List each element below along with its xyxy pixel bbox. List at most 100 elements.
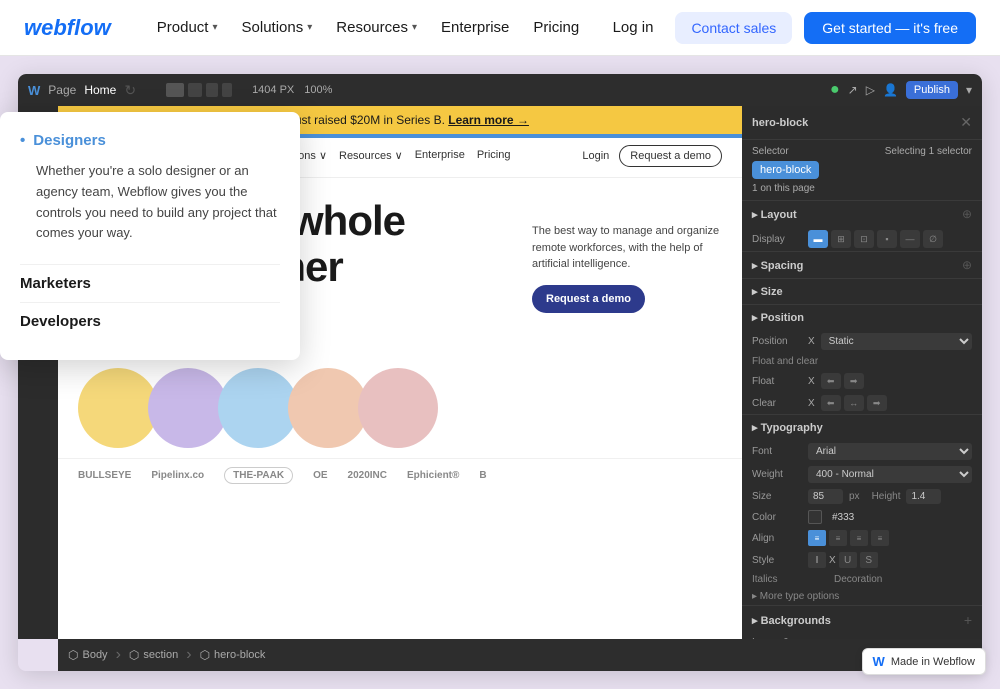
- none-icon[interactable]: ∅: [923, 230, 943, 248]
- selected-class[interactable]: hero-block: [752, 161, 819, 179]
- spacing-icon: ⊕: [962, 258, 972, 272]
- block-icon[interactable]: ▬: [808, 230, 828, 248]
- publish-button[interactable]: Publish: [906, 81, 958, 99]
- circle-light-blue: [218, 368, 298, 448]
- size-input[interactable]: [808, 489, 843, 504]
- page-name: Home: [84, 83, 116, 97]
- refresh-icon[interactable]: ↻: [124, 82, 136, 99]
- mobile-landscape-icon[interactable]: [206, 83, 218, 97]
- display-label: Display: [752, 234, 802, 245]
- chevron-down-icon: ▾: [212, 22, 217, 33]
- clear-both-icon[interactable]: ↔: [844, 395, 864, 411]
- site-nav-resources[interactable]: Resources ∨: [339, 149, 403, 162]
- breadcrumb-hero-block[interactable]: ⬡ hero-block: [200, 648, 266, 662]
- backgrounds-header[interactable]: ▸ Backgrounds +: [742, 606, 982, 634]
- site-demo-button[interactable]: Request a demo: [619, 145, 722, 167]
- float-row: Float X ⬅ ➡: [742, 370, 982, 392]
- close-icon[interactable]: ✕: [960, 114, 972, 131]
- backgrounds-add-icon[interactable]: +: [964, 612, 972, 628]
- flex-icon[interactable]: ⊞: [831, 230, 851, 248]
- clear-left-icon[interactable]: ⬅: [821, 395, 841, 411]
- color-row: Color #333: [742, 507, 982, 527]
- made-in-webflow-badge[interactable]: W Made in Webflow: [862, 648, 986, 675]
- align-right-icon[interactable]: ≡: [850, 530, 868, 546]
- spacing-section-header[interactable]: ▸ Spacing ⊕: [742, 252, 982, 278]
- site-nav-pricing[interactable]: Pricing: [477, 149, 511, 162]
- logos-row: BULLSEYE Pipelinx.co THE-PAAK OE 2020INC…: [58, 458, 742, 492]
- position-section-header[interactable]: ▸ Position: [742, 305, 982, 330]
- spacing-section: ▸ Spacing ⊕: [742, 251, 982, 278]
- style-row: Style I X U S: [742, 549, 982, 571]
- status-icon: ●: [830, 81, 840, 99]
- weight-label: Weight: [752, 469, 802, 480]
- login-button[interactable]: Log in: [603, 13, 664, 42]
- logo-bullseye: BULLSEYE: [78, 470, 131, 481]
- nav-link-resources[interactable]: Resources ▾: [326, 13, 427, 42]
- font-row: Font Arial: [742, 440, 982, 463]
- circle-yellow: [78, 368, 158, 448]
- float-label: Float: [752, 376, 802, 387]
- logo-thepaak: THE-PAAK: [224, 467, 293, 484]
- clear-right-icon[interactable]: ➡: [867, 395, 887, 411]
- hero-cta-button[interactable]: Request a demo: [532, 285, 645, 313]
- tablet-view-icon[interactable]: [188, 83, 202, 97]
- layout-icon: ⊕: [962, 207, 972, 221]
- desktop-view-icon[interactable]: [166, 83, 184, 97]
- dropdown-item-developers[interactable]: Developers: [20, 302, 280, 340]
- inline-block-icon[interactable]: ▪: [877, 230, 897, 248]
- font-select[interactable]: Arial: [808, 443, 972, 460]
- breadcrumb-hero-label: hero-block: [214, 649, 265, 661]
- nav-link-product[interactable]: Product ▾: [147, 13, 228, 42]
- chevron-down-icon: ▾: [307, 22, 312, 33]
- float-right-icon[interactable]: ➡: [844, 373, 864, 389]
- bold-icon[interactable]: I: [808, 552, 826, 568]
- top-nav: webflow Product ▾ Solutions ▾ Resources …: [0, 0, 1000, 56]
- strikethrough-icon[interactable]: S: [860, 552, 878, 568]
- weight-select[interactable]: 400 - Normal: [808, 466, 972, 483]
- breadcrumb-body[interactable]: ⬡ Body: [68, 648, 108, 662]
- logo-pipelinx: Pipelinx.co: [151, 470, 204, 481]
- dropdown-item-marketers[interactable]: Marketers: [20, 264, 280, 302]
- share-icon[interactable]: ↗: [848, 83, 858, 97]
- nav-link-enterprise[interactable]: Enterprise: [431, 13, 519, 42]
- size-height-row: Size px Height: [742, 486, 982, 507]
- nav-enterprise-label: Enterprise: [441, 19, 509, 36]
- align-center-icon[interactable]: ≡: [829, 530, 847, 546]
- breadcrumb-arrow-1: ›: [116, 646, 121, 664]
- logo-2020inc: 2020INC: [348, 470, 387, 481]
- underline-icon[interactable]: U: [839, 552, 857, 568]
- wf-badge-label: Made in Webflow: [891, 656, 975, 668]
- display-icons: ▬ ⊞ ⊡ ▪ — ∅: [808, 230, 943, 248]
- inline-icon[interactable]: —: [900, 230, 920, 248]
- banner-link[interactable]: Learn more →: [448, 113, 529, 127]
- circle-lavender: [148, 368, 228, 448]
- circles-row: [58, 358, 742, 458]
- editor-topbar-left: W Page Home ↻: [28, 82, 136, 99]
- grid-icon[interactable]: ⊡: [854, 230, 874, 248]
- site-login[interactable]: Login: [582, 150, 609, 162]
- align-left-icon[interactable]: ≡: [808, 530, 826, 546]
- nav-link-pricing[interactable]: Pricing: [523, 13, 589, 42]
- float-left-icon[interactable]: ⬅: [821, 373, 841, 389]
- px-label: 1404 PX: [252, 84, 294, 96]
- mobile-portrait-icon[interactable]: [222, 83, 232, 97]
- preview-icon[interactable]: ▷: [866, 83, 875, 97]
- breadcrumb-section[interactable]: ⬡ section: [129, 648, 178, 662]
- webflow-logo[interactable]: webflow: [24, 15, 111, 41]
- typography-section-header[interactable]: ▸ Typography: [742, 415, 982, 440]
- selector-label: Selector: [752, 146, 789, 157]
- contact-sales-button[interactable]: Contact sales: [675, 12, 792, 44]
- align-justify-icon[interactable]: ≡: [871, 530, 889, 546]
- size-section-header[interactable]: ▸ Size: [742, 279, 982, 304]
- site-nav-enterprise[interactable]: Enterprise: [415, 149, 465, 162]
- height-input[interactable]: [906, 489, 941, 504]
- position-select[interactable]: StaticRelativeAbsoluteFixed: [821, 333, 972, 350]
- color-swatch[interactable]: [808, 510, 822, 524]
- clear-x: X: [808, 398, 815, 409]
- layout-section-header[interactable]: ▸ Layout ⊕: [742, 201, 982, 227]
- get-started-button[interactable]: Get started — it's free: [804, 12, 976, 44]
- editor-logo: W: [28, 83, 40, 98]
- nav-link-solutions[interactable]: Solutions ▾: [232, 13, 323, 42]
- display-row: Display ▬ ⊞ ⊡ ▪ — ∅: [742, 227, 982, 251]
- more-type-label[interactable]: ▸ More type options: [752, 591, 839, 602]
